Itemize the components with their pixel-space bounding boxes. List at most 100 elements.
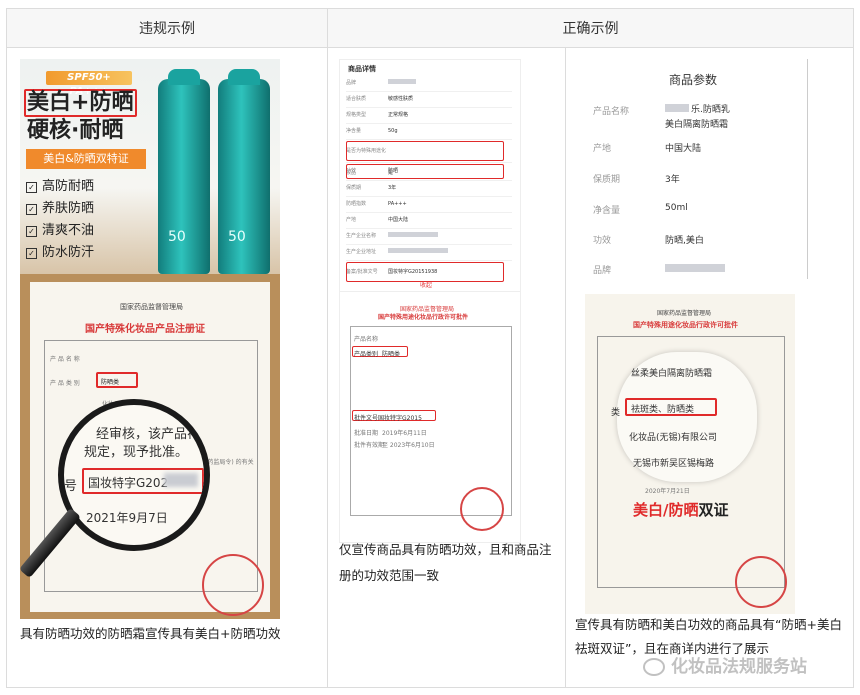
certificate-left-image: 国家药品监督管理局 国产特殊化妆品产品注册证 产 品 名 称 产 品 类 别 防… — [20, 274, 280, 619]
reg-number-blur — [164, 473, 198, 487]
headline-line2: 硬核·耐晒 — [27, 118, 124, 143]
sunscreen-bottle-2-cap — [228, 69, 260, 85]
param-key: 功效 — [593, 236, 612, 246]
cert-row-name: 产 品 名 称 — [50, 356, 80, 363]
header-violation-label: 违规示例 — [139, 21, 195, 37]
param-row: 产品名称 — [593, 104, 629, 117]
wechat-icon — [643, 658, 665, 676]
magnified-reg-label: 号 — [64, 479, 78, 494]
headline-sunscreen: 防晒 — [89, 90, 134, 115]
cert-expire-value: 至 2023年6月10日 — [382, 442, 435, 449]
param-key: 产地 — [593, 144, 612, 154]
header-correct: 正确示例 — [328, 9, 853, 48]
param-row: 净含量 — [593, 203, 620, 216]
detail-value-blur — [388, 79, 416, 84]
sunscreen-bottle-1-cap — [168, 69, 200, 85]
dual-cert-banner: 美白&防晒双特证 — [26, 149, 146, 169]
detail-title: 商品详情 — [348, 65, 376, 73]
certificate-middle-image: 国家药品监督管理局 国产特殊用途化妆品行政许可批件 产品名称 产品类别 防晒类 … — [339, 291, 521, 543]
feature-item: ✓ 养肤防晒 — [26, 198, 94, 220]
detail-row: 生产企业名称 — [346, 229, 512, 245]
magnified-body-text-2: 规定，现予批准。 — [84, 445, 189, 460]
seal-stamp — [735, 556, 787, 608]
cert-date-value: 2019年6月11日 — [382, 430, 427, 437]
cert-row-category: 产 品 类 别 — [50, 380, 80, 387]
cert-doc-value: 国妆特字G2015 — [378, 415, 422, 422]
cert-row-category: 产品类别 — [354, 351, 379, 358]
detail-row: 规格类型 正常规格 — [346, 108, 512, 124]
column-divider-2 — [565, 47, 566, 687]
detail-row: 防晒指数 PA+++ — [346, 197, 512, 213]
feature-label: 清爽不油 — [42, 223, 95, 238]
cert-date-value: 2020年7月21日 — [645, 488, 690, 495]
param-value: 3年 — [665, 175, 680, 185]
collapse-link[interactable]: 收起 — [420, 280, 432, 289]
feature-label: 高防耐晒 — [42, 179, 95, 194]
caption-middle: 仅宣传商品具有防晒功效，且和商品注册的功效范围一致 — [339, 542, 552, 583]
overlay-dual-cert: 美白/防晒双证 — [633, 499, 729, 520]
feature-item: ✓ 高防耐晒 — [26, 176, 94, 198]
headline-plus: + — [71, 90, 90, 115]
detail-row: 生产企业地址 — [346, 245, 512, 261]
magnified-body-text: 经审核，该产品符合 — [96, 427, 210, 442]
detail-value: 正常规格 — [388, 112, 409, 118]
header-violation: 违规示例 — [7, 9, 327, 48]
feature-label: 防水防汗 — [42, 245, 95, 260]
param-brand-blur — [665, 264, 725, 272]
checkbox-icon: ✓ — [26, 248, 37, 259]
magnified-address: 无锡市新吴区锡梅路 — [633, 459, 715, 469]
cert-suffix-note: (药监局令) 的有关 — [205, 459, 254, 466]
column-divider — [327, 9, 328, 687]
detail-value-blur — [388, 232, 438, 237]
magnified-reg-value: 国妆特字G202 — [88, 476, 169, 490]
checkbox-icon: ✓ — [26, 204, 37, 215]
watermark-text: 化妆品法规服务站 — [671, 657, 807, 677]
watermark: 化妆品法规服务站 — [643, 652, 807, 677]
efficacy-redbox — [346, 164, 504, 179]
headline-line1: 美白+防晒 — [27, 89, 133, 117]
feature-item: ✓ 清爽不油 — [26, 220, 94, 242]
headline-whitening: 美白 — [27, 90, 72, 115]
overlay-part-a: 美白/防晒 — [633, 501, 699, 519]
magnified-date: 2021年9月7日 — [86, 511, 168, 525]
detail-row: 功效 防晒 — [346, 163, 512, 181]
param-value: 乐.防晒乳 — [691, 105, 730, 115]
detail-value: 中国大陆 — [388, 217, 409, 223]
product-ad-image: SPF50+ PA+++ 美白+防晒 硬核·耐晒 美白&防晒双特证 ✓ 高防耐晒 … — [20, 59, 280, 274]
checkbox-icon: ✓ — [26, 182, 37, 193]
detail-key: 生产企业名称 — [346, 233, 377, 239]
param-row: 保质期 — [593, 172, 620, 185]
cert-agency: 国家药品监督管理局 — [120, 303, 183, 311]
cert-title: 国产特殊用途化妆品行政许可批件 — [633, 321, 738, 329]
param-value: 防晒,美白 — [665, 236, 704, 246]
cert-title: 国产特殊用途化妆品行政许可批件 — [378, 314, 469, 321]
bottle-label: 50 — [168, 229, 186, 245]
param-value: 中国大陆 — [665, 144, 702, 154]
detail-row: 净含量 50g — [346, 124, 512, 140]
detail-value: 50g — [388, 128, 398, 134]
detail-key: 适合肤质 — [346, 96, 367, 102]
cert-row-expire: 批件有效期 — [354, 442, 385, 449]
detail-key: 品牌 — [346, 80, 357, 86]
param-value: 50ml — [665, 203, 688, 213]
magnified-company: 化妆品(无锡)有限公司 — [629, 433, 718, 443]
cert-agency: 国家药品监督管理局 — [657, 310, 712, 317]
header-correct-label: 正确示例 — [562, 21, 619, 37]
cert-row-name: 产品名称 — [354, 336, 379, 343]
params-title: 商品参数 — [668, 73, 717, 87]
detail-row: 品牌 — [346, 76, 512, 92]
param-value: 美白隔离防晒霜 — [665, 120, 729, 130]
param-key: 保质期 — [593, 175, 621, 185]
param-row: 产地 — [593, 141, 611, 154]
seal-stamp — [202, 554, 264, 616]
cert-title: 国产特殊化妆品产品注册证 — [85, 324, 205, 335]
comparison-table: 违规示例 正确示例 SPF50+ PA+++ 美白+防晒 硬核·耐晒 美白&防晒… — [6, 8, 854, 688]
detail-value: PA+++ — [388, 201, 407, 207]
detail-value-blur — [388, 248, 448, 253]
param-key: 净含量 — [593, 206, 621, 216]
cert-category-value: 防晒类 — [101, 379, 120, 386]
spf-badge: SPF50+ PA+++ — [46, 71, 132, 97]
feature-label: 养肤防晒 — [42, 201, 95, 216]
detail-value: 敏感性肤质 — [388, 96, 414, 102]
detail-row: 产地 中国大陆 — [346, 213, 512, 229]
